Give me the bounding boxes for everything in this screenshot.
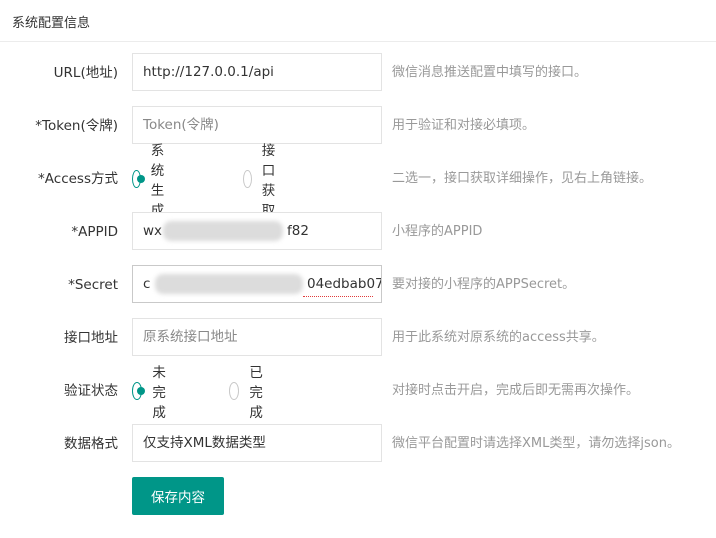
appid-tip: 小程序的APPID <box>392 224 483 239</box>
url-label: URL(地址) <box>53 65 118 81</box>
secret-value-start: c <box>143 276 151 292</box>
radio-label: 未完成 <box>152 365 166 421</box>
url-row: URL(地址) http://127.0.0.1/api 微信消息推送配置中填写… <box>0 53 716 93</box>
redaction-mask <box>163 221 283 241</box>
header: 系统配置信息 <box>0 0 716 42</box>
save-button[interactable]: 保存内容 <box>132 477 224 515</box>
secret-label: *Secret <box>68 277 118 293</box>
radio-checked-icon <box>132 170 145 188</box>
appid-value-end: f82 <box>287 223 309 239</box>
access-tip: 二选一，接口获取详细操作，见右上角链接。 <box>392 171 653 186</box>
verify-radio-complete[interactable]: 已完成 <box>229 365 271 421</box>
format-label: 数据格式 <box>64 436 118 452</box>
format-input[interactable]: 仅支持XML数据类型 <box>132 424 382 462</box>
secret-row: *Secret c 04edbab07d 要对接的小程序的APPSecret。 <box>0 265 716 305</box>
radio-label: 接口获取 <box>261 143 276 219</box>
interface-input[interactable]: 原系统接口地址 <box>132 318 382 356</box>
interface-row: 接口地址 原系统接口地址 用于此系统对原系统的access共享。 <box>0 318 716 358</box>
access-radio-interface[interactable]: 接口获取 <box>243 143 285 219</box>
format-row: 数据格式 仅支持XML数据类型 微信平台配置时请选择XML类型，请勿选择json… <box>0 424 716 464</box>
interface-tip: 用于此系统对原系统的access共享。 <box>392 330 605 345</box>
redaction-mask <box>155 274 303 294</box>
spellcheck-underline <box>303 294 373 297</box>
secret-tip: 要对接的小程序的APPSecret。 <box>392 277 576 292</box>
radio-label: 系统生成 <box>150 143 165 219</box>
access-row: *Access方式 系统生成 接口获取 二选一，接口获取详细操作，见右上角链接。 <box>0 143 716 219</box>
token-label: *Token(令牌) <box>35 118 118 134</box>
verify-label: 验证状态 <box>64 383 118 399</box>
verify-row: 验证状态 未完成 已完成 对接时点击开启，完成后即无需再次操作。 <box>0 365 716 421</box>
access-radio-system[interactable]: 系统生成 <box>132 143 174 219</box>
token-tip: 用于验证和对接必填项。 <box>392 118 536 133</box>
radio-label: 已完成 <box>249 365 263 421</box>
appid-input[interactable]: wx f82 <box>132 212 382 250</box>
verify-radio-incomplete[interactable]: 未完成 <box>132 365 174 421</box>
radio-unchecked-icon <box>243 170 252 188</box>
page-title: 系统配置信息 <box>12 16 91 31</box>
radio-unchecked-icon <box>229 382 240 400</box>
radio-checked-icon <box>132 382 146 400</box>
format-tip: 微信平台配置时请选择XML类型，请勿选择json。 <box>392 436 680 451</box>
verify-tip: 对接时点击开启，完成后即无需再次操作。 <box>392 383 640 398</box>
interface-label: 接口地址 <box>64 330 118 346</box>
access-label: *Access方式 <box>38 171 118 187</box>
token-row: *Token(令牌) Token(令牌) 用于验证和对接必填项。 <box>0 106 716 146</box>
appid-value-start: wx <box>143 223 163 239</box>
url-tip: 微信消息推送配置中填写的接口。 <box>392 65 588 80</box>
url-input[interactable]: http://127.0.0.1/api <box>132 53 382 91</box>
secret-input[interactable]: c 04edbab07d <box>132 265 382 303</box>
appid-row: *APPID wx f82 小程序的APPID <box>0 212 716 252</box>
appid-label: *APPID <box>71 224 118 240</box>
